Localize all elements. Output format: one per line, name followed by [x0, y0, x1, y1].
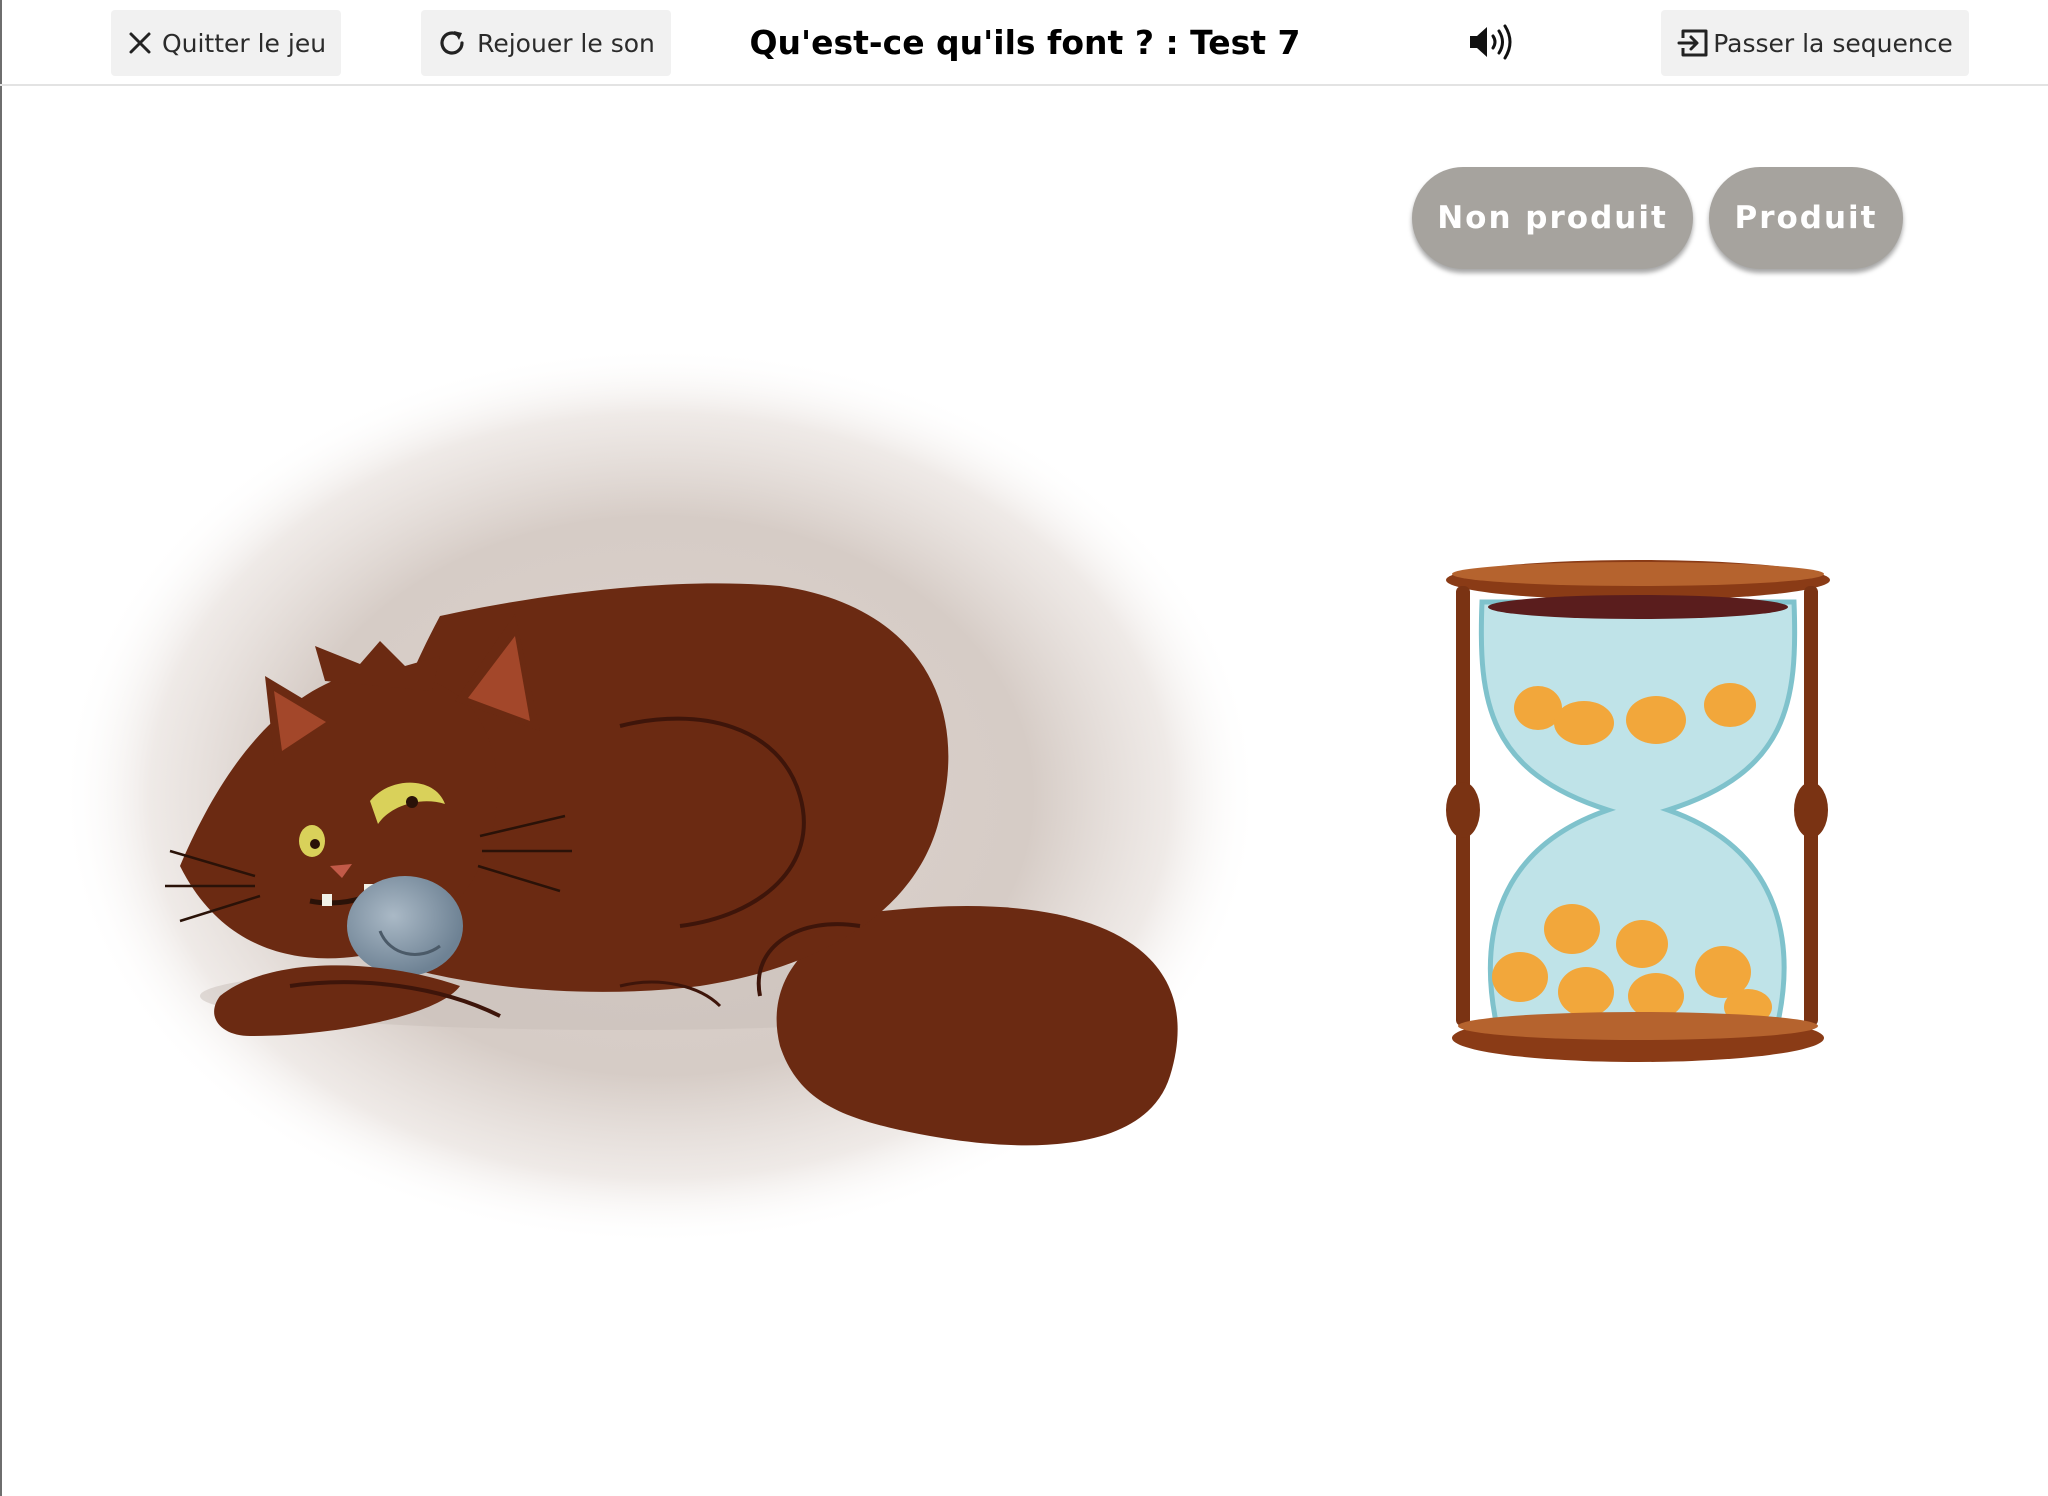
not-produced-button[interactable]: Non produit: [1412, 167, 1693, 269]
skip-sequence-label: Passer la sequence: [1713, 28, 1953, 58]
quit-game-label: Quitter le jeu: [161, 28, 327, 58]
exit-icon: [1677, 29, 1708, 57]
close-icon: [129, 32, 151, 54]
hourglass-illustration: [1446, 560, 1830, 1062]
speaker-icon[interactable]: [1466, 22, 1518, 62]
refresh-icon: [440, 31, 464, 55]
quit-game-button[interactable]: Quitter le jeu: [111, 10, 341, 76]
top-toolbar: Quitter le jeu Rejouer le son Qu'est-ce …: [0, 0, 2048, 86]
cat-eating-mouse-illustration: [60, 346, 1260, 1246]
page-title: Qu'est-ce qu'ils font ? : Test 7: [749, 23, 1301, 62]
replay-sound-label: Rejouer le son: [477, 28, 655, 58]
replay-sound-button[interactable]: Rejouer le son: [421, 10, 671, 76]
window-left-edge: [0, 0, 2, 1496]
produced-button[interactable]: Produit: [1709, 167, 1903, 269]
skip-sequence-button[interactable]: Passer la sequence: [1661, 10, 1969, 76]
